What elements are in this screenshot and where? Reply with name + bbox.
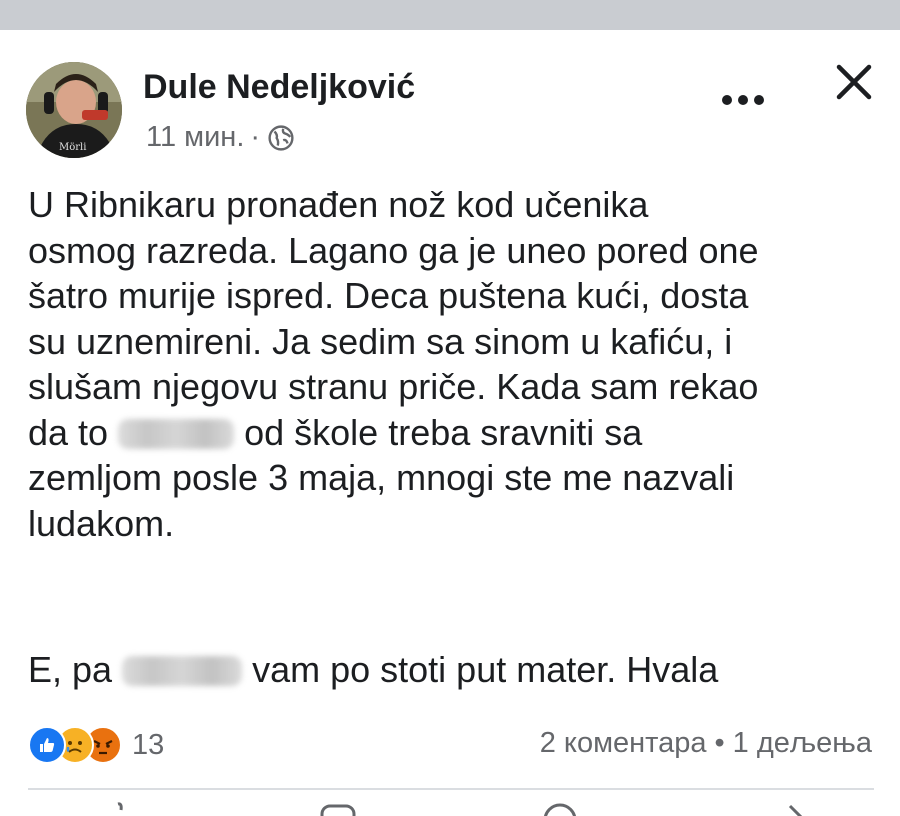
shares-count-link[interactable]: 1 дељења [733, 727, 872, 759]
comment-icon [320, 804, 356, 816]
post-text: E, pa [28, 649, 113, 690]
post-meta: 11 мин. · [146, 121, 294, 154]
post-body: U Ribnikaru pronađen nož kod učenika osm… [28, 182, 888, 546]
like-icon [28, 726, 66, 764]
divider [28, 788, 874, 790]
messenger-icon [543, 803, 577, 816]
meta-separator: · [250, 121, 261, 153]
post-line: U Ribnikaru pronađen nož kod učenika [28, 184, 649, 225]
post-line: zemljom posle 3 maja, mnogi ste me nazva… [28, 457, 735, 498]
post-text: od škole treba sravniti sa [244, 411, 643, 453]
messenger-button[interactable] [540, 800, 580, 816]
close-icon [836, 64, 872, 100]
share-icon [788, 804, 803, 816]
post-line: slušam njegovu stranu priče. Kada sam re… [28, 366, 759, 407]
share-button[interactable] [770, 800, 810, 816]
post-closing-line: E, pa vam po stoti put mater. Hvala [28, 647, 718, 692]
more-dots-icon [722, 95, 764, 105]
action-bar [0, 794, 900, 816]
censored-word [118, 418, 235, 449]
post-text: vam po stoti put mater. Hvala [252, 649, 719, 690]
post-line: su uznemireni. Ja sedim sa sinom u kafić… [28, 320, 733, 362]
post-text: da to [28, 411, 109, 453]
top-strip [0, 0, 900, 30]
author-name[interactable]: Dule Nedeljković [143, 68, 415, 107]
engagement-stats: 2 коментара • 1 дељења [540, 727, 872, 760]
censored-word [122, 656, 243, 686]
globe-icon [268, 124, 294, 151]
post-card: Mörli Dule Nedeljković 11 мин. · U Ribni… [0, 30, 900, 816]
post-line: ludakom. [28, 502, 175, 544]
comment-button[interactable] [318, 800, 358, 816]
stats-separator: • [714, 727, 725, 759]
close-button[interactable] [828, 56, 880, 108]
avatar[interactable]: Mörli [26, 62, 122, 158]
post-line: osmog razreda. Lagano ga je uneo pored o… [28, 229, 759, 271]
reaction-count: 13 [132, 728, 165, 761]
more-options-button[interactable] [718, 85, 768, 115]
like-button[interactable] [100, 800, 140, 816]
post-time[interactable]: 11 мин. [146, 121, 244, 154]
reactions-summary[interactable]: 13 [28, 726, 164, 764]
svg-text:Mörli: Mörli [59, 142, 86, 153]
like-outline-icon [117, 802, 123, 811]
post-line: da to od škole treba sravniti sa [28, 410, 888, 456]
comments-count-link[interactable]: 2 коментара [540, 727, 707, 759]
post-line: šatro murije ispred. Deca puštena kući, … [28, 275, 749, 316]
